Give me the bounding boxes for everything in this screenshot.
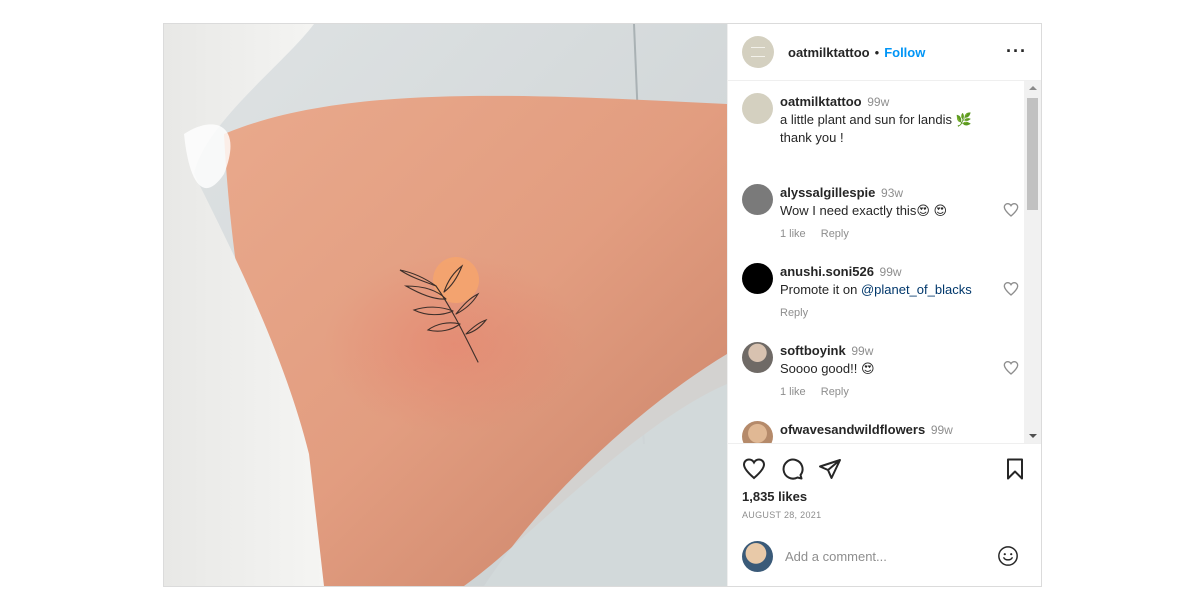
comment-item: softboyink 99w Soooo good!! 😍 1 like Rep… bbox=[742, 342, 1019, 398]
logo-mark bbox=[751, 47, 765, 57]
tattoo-photo bbox=[164, 24, 727, 586]
comment-username[interactable]: ofwavesandwildflowers bbox=[780, 422, 925, 437]
caption-time[interactable]: 99w bbox=[867, 95, 889, 109]
scrollbar-thumb[interactable] bbox=[1027, 98, 1038, 210]
comment-avatar[interactable] bbox=[742, 184, 773, 215]
comment-input[interactable] bbox=[785, 548, 985, 564]
comment-time[interactable]: 93w bbox=[881, 186, 903, 200]
comment-item: anushi.soni526 99w Promote it on @planet… bbox=[742, 263, 1019, 319]
comment-time[interactable]: 99w bbox=[851, 344, 873, 358]
post-header: oatmilktattoo • Follow ··· bbox=[728, 24, 1041, 81]
follow-button[interactable]: Follow bbox=[884, 45, 925, 60]
send-icon[interactable] bbox=[818, 457, 842, 481]
comment-likes[interactable]: 1 like bbox=[780, 228, 806, 240]
current-user-avatar bbox=[742, 540, 773, 572]
scroll-up-arrow-icon[interactable] bbox=[1029, 86, 1037, 90]
author-username[interactable]: oatmilktattoo bbox=[788, 45, 870, 60]
comment-username[interactable]: alyssalgillespie bbox=[780, 185, 875, 200]
heart-icon[interactable] bbox=[742, 457, 766, 481]
heart-icon[interactable] bbox=[1003, 360, 1019, 376]
comment-icon[interactable] bbox=[780, 457, 804, 481]
comment-avatar[interactable] bbox=[742, 421, 773, 443]
comment-text: Promote it on bbox=[780, 282, 861, 297]
action-bar bbox=[728, 443, 1041, 493]
comment-text: Soooo good!! 😍 bbox=[780, 361, 875, 376]
heart-icon[interactable] bbox=[1003, 281, 1019, 297]
heart-icon[interactable] bbox=[1003, 202, 1019, 218]
post-sidebar: oatmilktattoo • Follow ··· oatmilktattoo… bbox=[727, 24, 1041, 586]
comment-avatar[interactable] bbox=[742, 342, 773, 373]
comment-username[interactable]: anushi.soni526 bbox=[780, 264, 874, 279]
comment-item: alyssalgillespie 93w Wow I need exactly … bbox=[742, 184, 1019, 240]
comments-list[interactable]: oatmilktattoo 99w a little plant and sun… bbox=[728, 81, 1041, 443]
smiley-icon[interactable] bbox=[997, 545, 1019, 567]
scrollbar[interactable] bbox=[1024, 81, 1041, 443]
instagram-post: oatmilktattoo • Follow ··· oatmilktattoo… bbox=[163, 23, 1042, 587]
caption-username[interactable]: oatmilktattoo bbox=[780, 94, 862, 109]
comment-likes[interactable]: 1 like bbox=[780, 386, 806, 398]
comment-time[interactable]: 99w bbox=[880, 265, 902, 279]
caption-text-line1: a little plant and sun for landis 🌿 bbox=[780, 112, 972, 127]
more-horizontal-icon[interactable]: ··· bbox=[1006, 42, 1027, 60]
separator-dot: • bbox=[874, 44, 880, 60]
scroll-down-arrow-icon[interactable] bbox=[1029, 434, 1037, 438]
post-image[interactable] bbox=[164, 24, 727, 586]
comment-time[interactable]: 99w bbox=[931, 423, 953, 437]
author-avatar[interactable] bbox=[742, 36, 774, 68]
comment-avatar[interactable] bbox=[742, 263, 773, 294]
add-comment-bar bbox=[728, 526, 1041, 586]
post-date[interactable]: AUGUST 28, 2021 bbox=[728, 510, 1041, 520]
reply-button[interactable]: Reply bbox=[821, 228, 849, 240]
comment-item: ofwavesandwildflowers 99w bbox=[742, 421, 1017, 443]
caption-avatar[interactable] bbox=[742, 93, 773, 124]
caption-item: oatmilktattoo 99w a little plant and sun… bbox=[742, 93, 1017, 147]
caption-text-line2: thank you ! bbox=[780, 130, 844, 145]
mention-link[interactable]: @planet_of_blacks bbox=[861, 282, 972, 297]
comment-text: Wow I need exactly this😍 😍 bbox=[780, 203, 948, 218]
bookmark-icon[interactable] bbox=[1003, 457, 1027, 481]
reply-button[interactable]: Reply bbox=[780, 307, 808, 319]
reply-button[interactable]: Reply bbox=[821, 386, 849, 398]
comment-username[interactable]: softboyink bbox=[780, 343, 846, 358]
